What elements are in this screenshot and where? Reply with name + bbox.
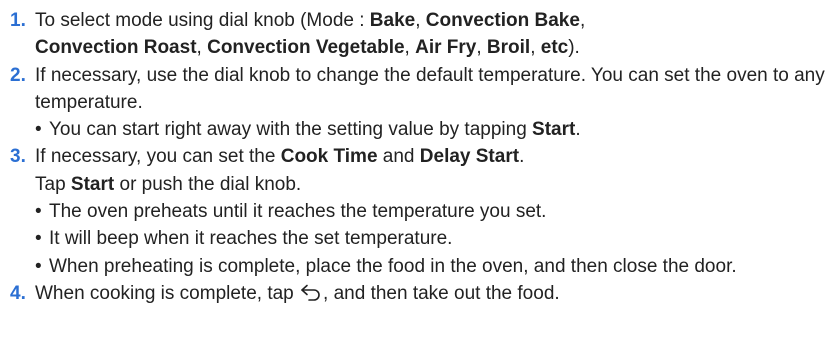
bullet-list: The oven preheats until it reaches the t… — [35, 198, 825, 280]
start-button-label: Start — [70, 173, 115, 195]
step-text: and — [377, 146, 420, 168]
instruction-document: 1. To select mode using dial knob (Mode … — [0, 0, 833, 307]
step-text: To select mode using dial knob (Mode : — [35, 10, 370, 31]
step-number: 4. — [10, 282, 26, 304]
bullet-item: You can start right away with the settin… — [35, 116, 825, 144]
step-text: or push the dial knob. — [114, 173, 302, 195]
step-3: 3. If necessary, you can set the Cook Ti… — [10, 143, 825, 280]
mode-name: Convection Vegetable — [207, 37, 405, 59]
step-content: If necessary, use the dial knob to chang… — [35, 62, 825, 144]
bullet-text: You can start right away with the settin… — [49, 119, 533, 141]
separator: , — [196, 37, 208, 59]
step-text: If necessary, use the dial knob to chang… — [35, 64, 825, 113]
separator: , — [415, 10, 426, 31]
step-line: If necessary, you can set the Cook Time … — [35, 143, 825, 170]
separator: , — [530, 37, 541, 59]
bullet-list: You can start right away with the settin… — [35, 116, 825, 144]
mode-name: Air Fry — [415, 37, 477, 59]
bullet-text: . — [575, 119, 581, 141]
separator: , — [579, 10, 586, 31]
step-text: Tap — [35, 173, 71, 195]
step-number: 3. — [10, 146, 26, 168]
bullet-item: It will beep when it reaches the set tem… — [35, 225, 825, 253]
step-content: When cooking is complete, tap , and then… — [35, 280, 825, 307]
step-number: 1. — [10, 10, 26, 31]
mode-name: etc — [540, 37, 569, 59]
separator: , — [404, 37, 416, 59]
bullet-item: The oven preheats until it reaches the t… — [35, 198, 825, 226]
step-number: 2. — [10, 64, 26, 86]
step-text: , and then take out the food. — [323, 282, 560, 304]
mode-name: Bake — [369, 10, 416, 31]
step-1: 1. To select mode using dial knob (Mode … — [10, 7, 825, 62]
step-text: ). — [568, 37, 580, 59]
mode-name: Convection Bake — [425, 10, 580, 31]
mode-name: Broil — [486, 37, 531, 59]
step-content: To select mode using dial knob (Mode : B… — [35, 7, 825, 62]
mode-name: Convection Roast — [35, 37, 197, 59]
step-text: If necessary, you can set the — [35, 146, 281, 168]
step-line: Tap Start or push the dial knob. — [35, 171, 825, 198]
start-button-label: Start — [532, 119, 576, 141]
step-line: To select mode using dial knob (Mode : B… — [35, 7, 825, 34]
option-name: Delay Start — [419, 146, 520, 168]
step-4: 4. When cooking is complete, tap , and t… — [10, 280, 825, 307]
bullet-item: When preheating is complete, place the f… — [35, 253, 825, 281]
step-line: Convection Roast, Convection Vegetable, … — [35, 34, 825, 61]
separator: , — [476, 37, 487, 59]
step-text: . — [519, 146, 525, 168]
step-2: 2. If necessary, use the dial knob to ch… — [10, 62, 825, 144]
step-content: If necessary, you can set the Cook Time … — [35, 143, 825, 280]
option-name: Cook Time — [280, 146, 378, 168]
step-text: When cooking is complete, tap — [35, 282, 300, 304]
back-icon — [300, 283, 322, 301]
